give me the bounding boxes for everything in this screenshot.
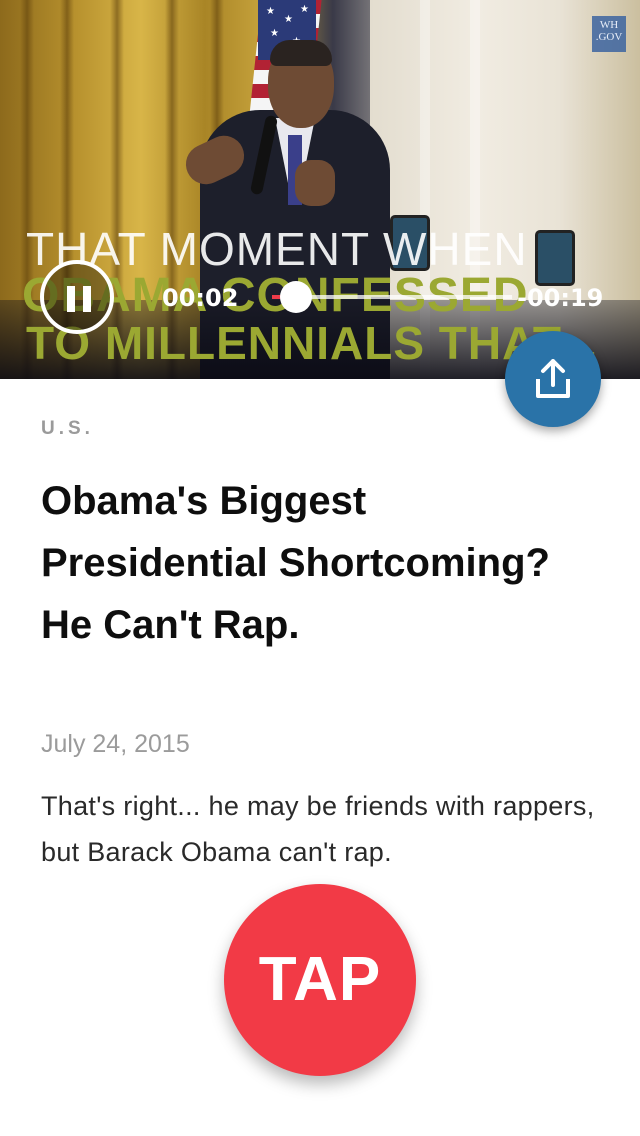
tap-button[interactable]: TAP [224, 884, 416, 1076]
share-button[interactable] [505, 331, 601, 427]
pause-icon [67, 286, 75, 312]
pause-icon-bar [83, 286, 91, 312]
time-remaining: -00:19 [517, 284, 604, 312]
share-upload-icon [536, 359, 570, 398]
category-label[interactable]: U.S. [41, 418, 94, 440]
seek-handle[interactable] [280, 281, 312, 313]
screen: ★ ★ ★ ★ ★ WH .GOV THAT MOMENT WHEN OBAMA… [0, 0, 640, 1136]
pause-button[interactable] [40, 260, 114, 334]
article-date: July 24, 2015 [41, 730, 190, 758]
article-description: That's right... he may be friends with r… [41, 791, 595, 867]
whitehouse-logo: WH .GOV [592, 16, 626, 52]
time-elapsed: 00:02 [162, 284, 239, 312]
video-player[interactable]: ★ ★ ★ ★ ★ WH .GOV THAT MOMENT WHEN OBAMA… [0, 0, 640, 379]
article-headline: Obama's Biggest Presidential Shortcoming… [41, 479, 550, 647]
